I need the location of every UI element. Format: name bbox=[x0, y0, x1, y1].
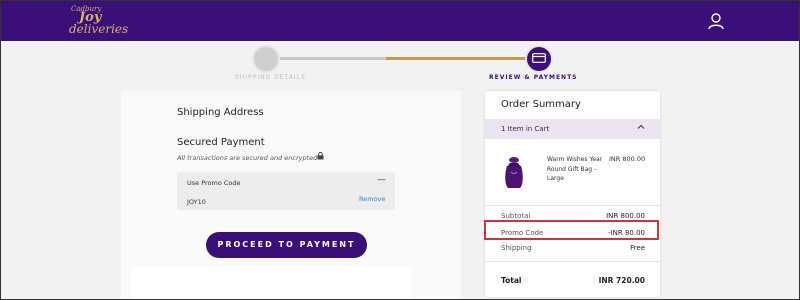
secured-payment-note: All transactions are secured and encrypt… bbox=[177, 154, 318, 162]
total-label: Total bbox=[501, 276, 522, 285]
subtotal-value: INR 800.00 bbox=[606, 212, 645, 220]
checkout-left-panel: Shipping Address Secured Payment All tra… bbox=[121, 91, 461, 299]
gift-bag-image bbox=[505, 157, 523, 188]
chevron-up-icon[interactable] bbox=[637, 123, 645, 133]
proceed-to-payment-button[interactable]: PROCEED TO PAYMENT bbox=[206, 232, 367, 258]
summary-divider bbox=[485, 205, 660, 206]
promo-collapse-button[interactable]: — bbox=[377, 175, 386, 185]
shipping-address-heading: Shipping Address bbox=[177, 107, 264, 118]
secured-payment-heading: Secured Payment bbox=[177, 137, 265, 148]
applied-promo-code: JOY10 bbox=[187, 198, 206, 206]
promo-discount-value: -INR 80.00 bbox=[608, 229, 645, 237]
step-review-payments[interactable] bbox=[525, 45, 553, 73]
lock-icon bbox=[317, 152, 324, 160]
shipping-value: Free bbox=[630, 244, 645, 252]
subtotal-label: Subtotal bbox=[501, 212, 531, 220]
step-shipping-label: SHIPPING DETAILS bbox=[235, 74, 306, 81]
order-summary-panel: Order Summary 1 Item in Cart Warm Wishes… bbox=[484, 91, 660, 297]
product-price: INR 800.00 bbox=[609, 155, 646, 163]
shipping-label: Shipping bbox=[501, 244, 532, 252]
promo-code-label: Use Promo Code bbox=[187, 179, 241, 187]
step-shipping-details[interactable] bbox=[252, 45, 280, 73]
page-frame: Cadbury Joy deliveries SHIPPING DETAILS … bbox=[0, 0, 800, 300]
total-value: INR 720.00 bbox=[598, 276, 645, 285]
product-name: Warm Wishes Year Round Gift Bag - Large bbox=[547, 156, 603, 182]
remove-promo-link[interactable]: Remove bbox=[359, 195, 385, 203]
card-icon bbox=[532, 53, 546, 63]
step-review-label: REVIEW & PAYMENTS bbox=[489, 74, 578, 81]
header-bar: Cadbury Joy deliveries bbox=[1, 1, 799, 41]
logo-line2: deliveries bbox=[69, 22, 129, 36]
payment-options-card bbox=[131, 267, 411, 299]
order-summary-title: Order Summary bbox=[501, 99, 581, 110]
user-icon[interactable] bbox=[707, 12, 725, 30]
cadbury-joy-deliveries-logo[interactable]: Cadbury Joy deliveries bbox=[63, 4, 133, 38]
cart-items-toggle[interactable]: 1 Item in Cart bbox=[485, 119, 660, 139]
promo-code-box: Use Promo Code — JOY10 Remove bbox=[177, 172, 395, 210]
stepper-track-progress bbox=[386, 57, 526, 60]
promo-discount-label: Promo Code bbox=[501, 229, 544, 237]
cart-count-label: 1 Item in Cart bbox=[501, 125, 550, 133]
checkout-stepper: SHIPPING DETAILS REVIEW & PAYMENTS bbox=[231, 43, 581, 83]
summary-divider-total bbox=[485, 261, 660, 262]
